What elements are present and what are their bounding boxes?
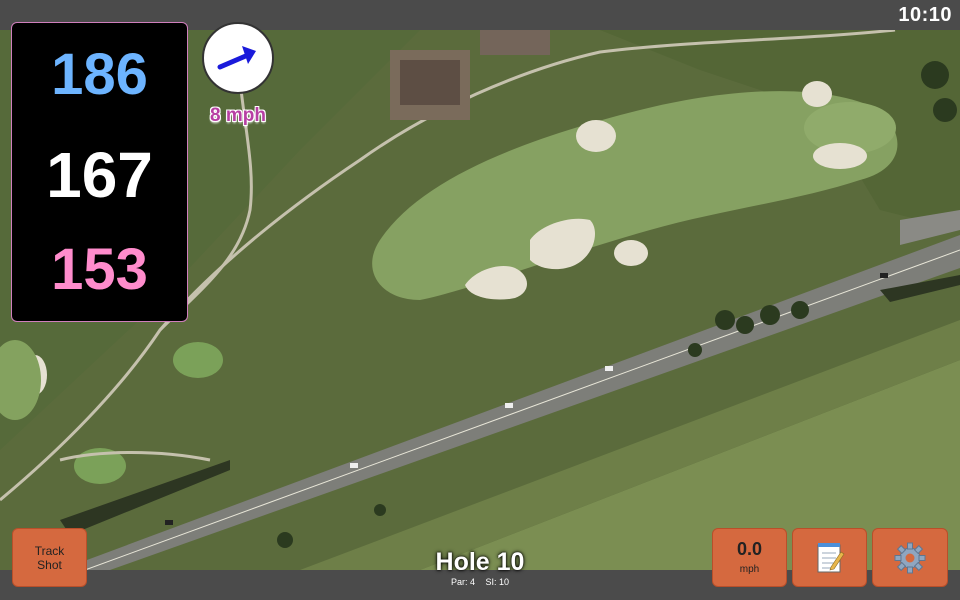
gear-icon <box>894 542 926 573</box>
hole-title: Hole 10 <box>435 548 525 576</box>
clock-time: 10:10 <box>898 4 952 26</box>
wind-speed-label: 8 mph <box>210 105 266 126</box>
wind-arrow-icon <box>217 46 256 70</box>
hole-info: Par: 4 SI: 10 <box>380 577 580 587</box>
speed-unit: mph <box>739 564 760 575</box>
hole-par: Par: 4 <box>450 577 475 587</box>
front-yardage: 153 <box>51 237 148 302</box>
speed-value: 0.0 <box>736 539 763 559</box>
speed-button[interactable]: 0.0 mph <box>712 528 787 587</box>
settings-button[interactable] <box>872 528 948 587</box>
hole-stroke-index: SI: 10 <box>485 577 510 587</box>
track-shot-label-line2: Shot <box>37 557 62 572</box>
track-shot-button[interactable]: Track Shot <box>12 528 87 587</box>
back-yardage: 186 <box>51 42 148 107</box>
center-yardage: 167 <box>46 139 153 211</box>
wind-indicator <box>202 22 274 94</box>
yardage-panel: 186 167 153 <box>11 22 188 322</box>
track-shot-label-line1: Track <box>34 543 65 558</box>
notes-button[interactable] <box>792 528 867 587</box>
notepad-icon <box>817 542 844 572</box>
